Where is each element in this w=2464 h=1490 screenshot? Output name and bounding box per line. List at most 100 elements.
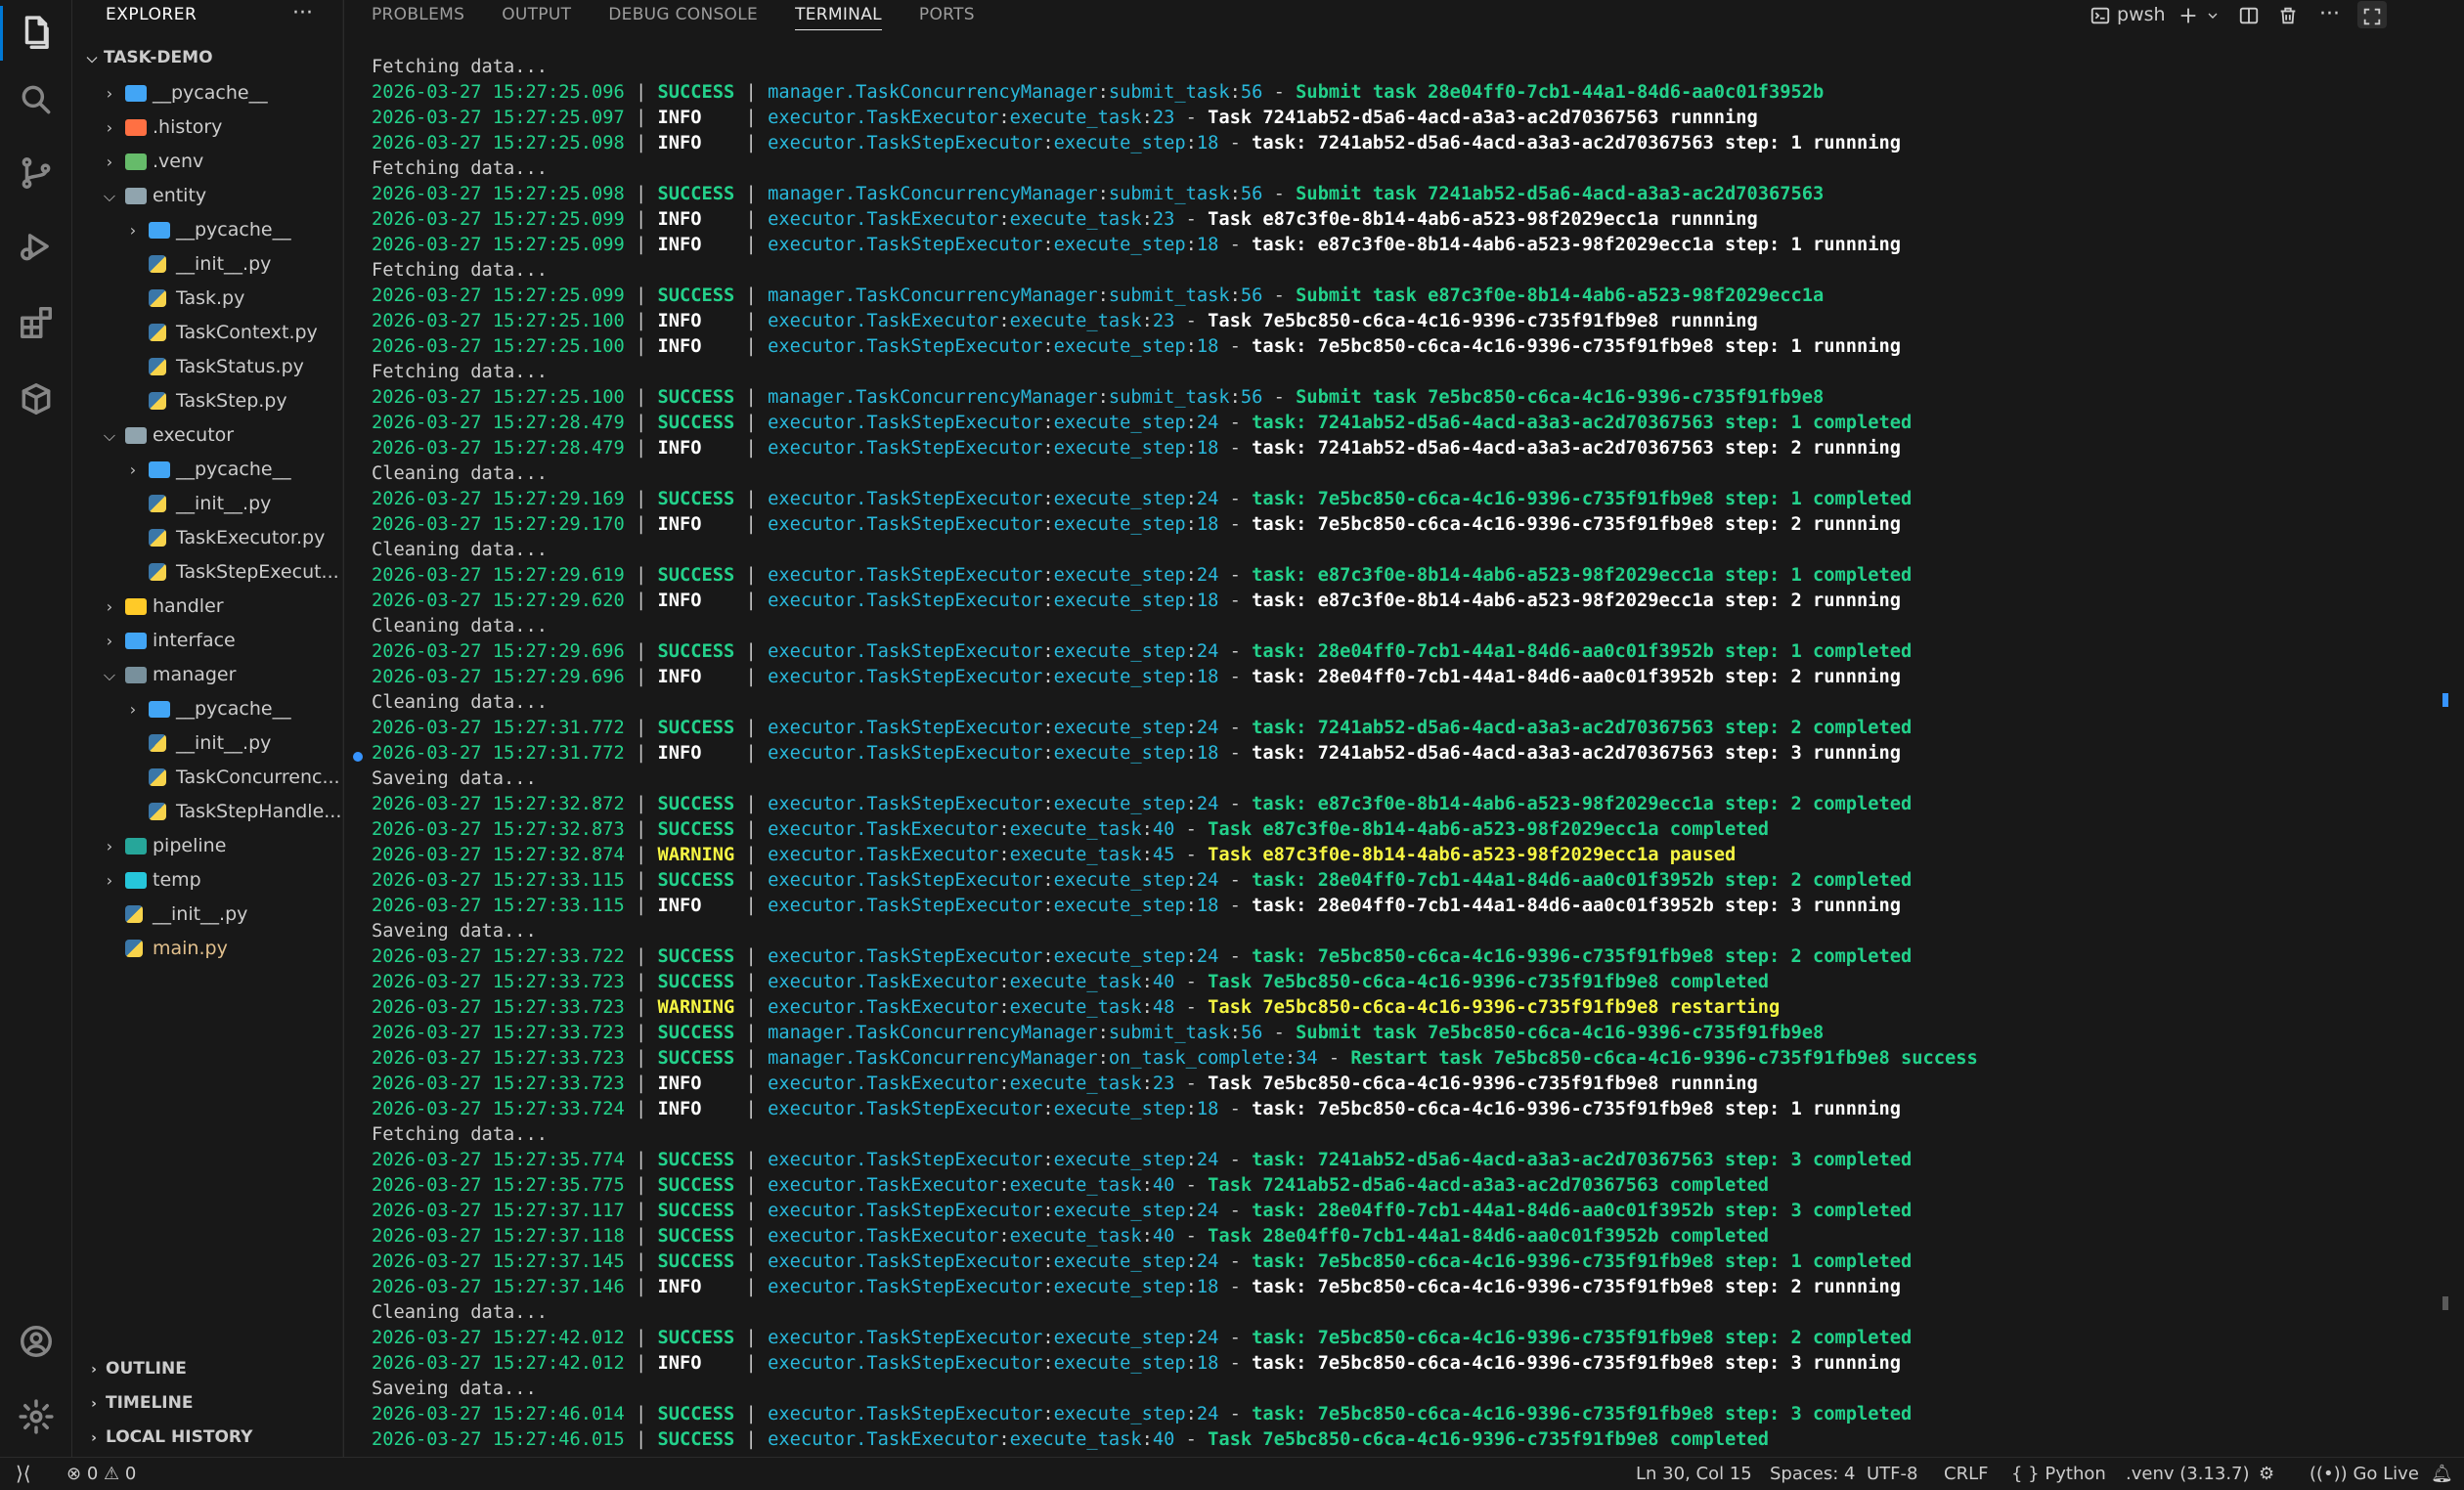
- log-message: Task 7241ab52-d5a6-4acd-a3a3-ac2d7036756…: [1208, 1175, 1769, 1196]
- tree-folder[interactable]: › __pycache__: [72, 453, 342, 487]
- tree-folder[interactable]: › __pycache__: [72, 213, 342, 247]
- tree-folder[interactable]: ⌵ manager: [72, 658, 342, 692]
- notifications-bell-icon[interactable]: 🔔︎: [2431, 1458, 2453, 1490]
- explorer-icon[interactable]: [0, 0, 71, 66]
- log-module: executor.TaskStepExecutor: [768, 641, 1043, 662]
- search-icon[interactable]: [0, 66, 71, 133]
- tree-file[interactable]: __init__.py: [72, 247, 342, 282]
- settings-gear-icon[interactable]: [0, 1383, 71, 1450]
- log-line-number: 24: [1196, 870, 1219, 891]
- tree-file[interactable]: TaskStepExecut...: [72, 555, 342, 590]
- containers-icon[interactable]: [0, 366, 71, 432]
- tree-folder[interactable]: › __pycache__: [72, 76, 342, 110]
- tree-folder[interactable]: › .history: [72, 110, 342, 145]
- log-level: SUCCESS: [657, 794, 735, 814]
- tree-folder[interactable]: ⌵ executor: [72, 418, 342, 453]
- log-separator: |: [624, 209, 658, 230]
- cursor-position[interactable]: Ln 30, Col 15: [1636, 1458, 1752, 1490]
- more-actions-icon[interactable]: ···: [292, 0, 313, 29]
- scrollbar-marker[interactable]: [2442, 693, 2448, 707]
- source-control-icon[interactable]: [0, 140, 71, 206]
- copilot-icon[interactable]: ⚙: [2259, 1458, 2274, 1490]
- more-actions-icon[interactable]: ···: [2319, 0, 2340, 29]
- tab-debug-console[interactable]: DEBUG CONSOLE: [608, 0, 758, 29]
- terminal-output[interactable]: Fetching data... 2026-03-27 15:27:25.096 …: [372, 55, 2444, 1453]
- tab-output[interactable]: OUTPUT: [502, 0, 571, 29]
- tree-folder[interactable]: › handler: [72, 590, 342, 624]
- local-history-section[interactable]: › LOCAL HISTORY: [72, 1422, 252, 1453]
- terminal-dropdown-button[interactable]: [2205, 0, 2221, 29]
- log-module: executor.TaskExecutor: [768, 845, 999, 865]
- tree-file[interactable]: __init__.py: [72, 898, 342, 932]
- folder-icon: [125, 85, 147, 102]
- log-line-number: 18: [1196, 1277, 1219, 1297]
- tree-folder[interactable]: › temp: [72, 863, 342, 898]
- line-ending[interactable]: CRLF: [1944, 1458, 1988, 1490]
- log-separator: |: [734, 565, 769, 586]
- problems-indicator[interactable]: ⊗ 0 ⚠ 0: [66, 1458, 136, 1490]
- tree-folder[interactable]: › pipeline: [72, 829, 342, 863]
- new-terminal-button[interactable]: [2178, 0, 2199, 29]
- tree-file[interactable]: TaskConcurrenc...: [72, 761, 342, 795]
- log-separator: |: [624, 819, 658, 840]
- extensions-icon[interactable]: [0, 289, 71, 356]
- tab-terminal[interactable]: TERMINAL: [795, 0, 882, 30]
- language-mode[interactable]: { } Python: [2011, 1458, 2106, 1490]
- python-interpreter[interactable]: .venv (3.13.7): [2126, 1458, 2250, 1490]
- log-separator: |: [624, 946, 658, 967]
- log-timestamp: 2026-03-27 15:27:33.723: [372, 1048, 625, 1069]
- tree-file[interactable]: __init__.py: [72, 487, 342, 521]
- go-live-button[interactable]: ((•)) Go Live: [2310, 1458, 2419, 1490]
- log-level: SUCCESS: [657, 1150, 735, 1170]
- log-timestamp: 2026-03-27 15:27:37.117: [372, 1201, 625, 1221]
- terminal-shell-selector[interactable]: pwsh: [2090, 0, 2166, 29]
- outline-section[interactable]: › OUTLINE: [72, 1353, 187, 1384]
- log-module: manager.TaskConcurrencyManager: [768, 1048, 1098, 1069]
- log-separator: |: [734, 387, 769, 408]
- tree-file[interactable]: Task.py: [72, 282, 342, 316]
- log-timestamp: 2026-03-27 15:27:33.722: [372, 946, 625, 967]
- kill-terminal-button[interactable]: [2277, 0, 2299, 29]
- log-module: executor.TaskExecutor: [768, 997, 999, 1018]
- log-function: execute_task: [1009, 1175, 1142, 1196]
- log-message: task: 7e5bc850-c6ca-4c16-9396-c735f91fb9…: [1252, 1277, 1901, 1297]
- account-icon[interactable]: [0, 1308, 71, 1375]
- indentation[interactable]: Spaces: 4: [1770, 1458, 1855, 1490]
- tree-folder[interactable]: ⌵ entity: [72, 179, 342, 213]
- folder-icon: [125, 153, 147, 170]
- log-separator: :: [1097, 82, 1109, 103]
- log-timestamp: 2026-03-27 15:27:35.774: [372, 1150, 625, 1170]
- log-timestamp: 2026-03-27 15:27:25.100: [372, 387, 625, 408]
- tree-file[interactable]: __init__.py: [72, 726, 342, 761]
- log-separator: :: [1042, 667, 1054, 687]
- remote-icon[interactable]: ⟩⟨: [16, 1458, 31, 1490]
- terminal-text: Cleaning data...: [372, 692, 549, 713]
- tab-problems[interactable]: PROBLEMS: [372, 0, 464, 29]
- tree-item-label: __init__.py: [176, 253, 272, 275]
- log-separator: :: [1042, 896, 1054, 916]
- tree-file[interactable]: TaskStepHandle...: [72, 795, 342, 829]
- scrollbar-marker[interactable]: [2442, 1296, 2448, 1310]
- tree-folder[interactable]: › __pycache__: [72, 692, 342, 726]
- terminal-line: 2026-03-27 15:27:35.775 | SUCCESS | exec…: [372, 1173, 2444, 1199]
- encoding[interactable]: UTF-8: [1867, 1458, 1917, 1490]
- log-function: execute_step: [1053, 896, 1186, 916]
- run-debug-icon[interactable]: [0, 213, 71, 280]
- tree-file[interactable]: main.py: [72, 932, 342, 966]
- log-separator: :: [1185, 667, 1197, 687]
- maximize-panel-button[interactable]: [2357, 1, 2387, 28]
- tree-file[interactable]: TaskStep.py: [72, 384, 342, 418]
- command-decoration-icon[interactable]: [353, 752, 363, 762]
- timeline-section[interactable]: › TIMELINE: [72, 1387, 193, 1419]
- tab-ports[interactable]: PORTS: [919, 0, 975, 29]
- split-terminal-button[interactable]: [2238, 0, 2260, 29]
- tree-folder[interactable]: › .venv: [72, 145, 342, 179]
- workspace-header[interactable]: ⌵ TASK-DEMO: [80, 43, 213, 72]
- log-separator: -: [1262, 184, 1297, 204]
- log-timestamp: 2026-03-27 15:27:32.874: [372, 845, 625, 865]
- tree-file[interactable]: TaskContext.py: [72, 316, 342, 350]
- tree-file[interactable]: TaskExecutor.py: [72, 521, 342, 555]
- tree-folder[interactable]: › interface: [72, 624, 342, 658]
- log-separator: |: [624, 845, 658, 865]
- tree-file[interactable]: TaskStatus.py: [72, 350, 342, 384]
